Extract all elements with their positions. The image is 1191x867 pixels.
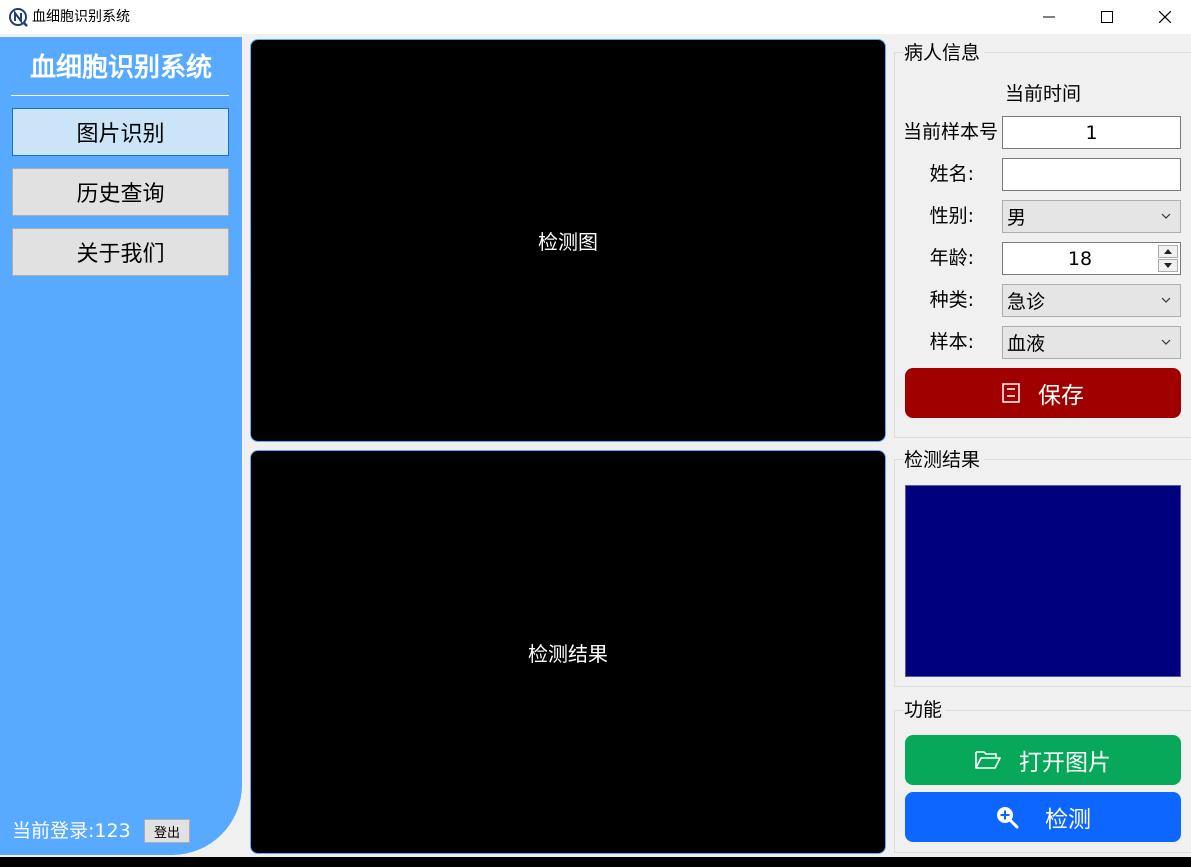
patient-info-title: 病人信息 [904,40,985,66]
nav-image-recognition-button[interactable]: 图片识别 [12,108,229,156]
category-label: 种类: [929,289,974,311]
age-spinbox[interactable]: 18 [1002,242,1181,275]
maximize-icon [1101,11,1113,23]
current-login-text: 当前登录:123 [12,820,131,842]
category-select[interactable]: 急诊 [1002,284,1181,317]
name-field[interactable] [1002,158,1181,191]
detect-result-panel: 检测结果 [250,450,886,854]
age-value: 18 [1067,247,1093,270]
chevron-down-icon [1161,339,1171,345]
minimize-icon [1043,16,1055,18]
detect-button[interactable]: 检测 [905,792,1181,842]
title-bar: 血细胞识别系统 [0,0,1191,34]
sidebar: 血细胞识别系统 图片识别 历史查询 关于我们 当前登录:123 登出 [0,37,242,855]
age-increment-button[interactable] [1158,245,1178,258]
folder-open-icon [975,751,1001,769]
chevron-down-icon [1161,213,1171,219]
detect-result-label: 检测结果 [528,641,608,666]
age-decrement-button[interactable] [1158,259,1178,272]
app-logo-icon [8,7,28,27]
bottom-edge [0,857,1191,867]
caret-up-icon [1164,249,1172,254]
detect-image-panel: 检测图 [250,39,886,442]
functions-title: 功能 [904,697,947,723]
sample-type-select[interactable]: 血液 [1002,326,1181,359]
close-button[interactable] [1136,0,1191,34]
logout-button[interactable]: 登出 [144,819,190,843]
sample-no-field[interactable]: 1 [1002,116,1181,149]
nav-history-button[interactable]: 历史查询 [12,168,229,216]
minimize-button[interactable] [1020,0,1078,34]
window-title: 血细胞识别系统 [32,9,130,25]
save-label: 保存 [1038,383,1084,409]
result-display [905,485,1181,677]
sample-no-label: 当前样本号 [902,121,998,143]
gender-select[interactable]: 男 [1002,200,1181,233]
result-group-title: 检测结果 [904,447,985,473]
maximize-button[interactable] [1078,0,1136,34]
app-window: 血细胞识别系统 血细胞识别系统 图片识别 历史查询 关于我们 当前登录:123 … [0,0,1191,867]
detect-label: 检测 [1045,807,1091,833]
category-value: 急诊 [1007,291,1046,313]
close-icon [1159,11,1171,23]
gender-value: 男 [1007,207,1027,229]
age-label: 年龄: [929,247,974,269]
caret-down-icon [1164,263,1172,268]
detect-image-label: 检测图 [538,230,598,254]
sample-type-value: 血液 [1007,333,1046,355]
sample-type-label: 样本: [929,331,974,353]
sidebar-title: 血细胞识别系统 [29,53,212,83]
nav-about-button[interactable]: 关于我们 [12,228,229,276]
save-button[interactable]: 保存 [905,368,1181,418]
zoom-in-icon [997,807,1019,829]
save-icon [1002,383,1020,403]
open-image-label: 打开图片 [1019,750,1111,776]
gender-label: 性别: [929,205,974,227]
sidebar-divider [11,95,229,96]
open-image-button[interactable]: 打开图片 [905,735,1181,785]
name-label: 姓名: [929,163,974,185]
current-time-label: 当前时间 [1004,83,1081,105]
chevron-down-icon [1161,297,1171,303]
